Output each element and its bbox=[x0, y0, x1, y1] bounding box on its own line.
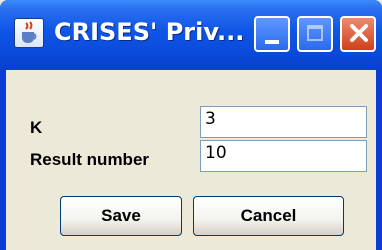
maximize-button[interactable] bbox=[297, 16, 333, 52]
save-button[interactable]: Save bbox=[60, 196, 182, 236]
dialog-window: CRISES' Priv... K 3 Result number 10 Sav… bbox=[0, 0, 382, 250]
k-input[interactable]: 3 bbox=[200, 106, 367, 138]
dialog-content: K 3 Result number 10 Save Cancel bbox=[6, 70, 376, 250]
maximize-icon bbox=[307, 25, 323, 41]
close-icon bbox=[350, 24, 368, 42]
cancel-button[interactable]: Cancel bbox=[193, 196, 344, 236]
java-cup-icon bbox=[14, 18, 44, 48]
minimize-button[interactable] bbox=[254, 16, 290, 52]
minimize-icon bbox=[265, 40, 279, 44]
window-title: CRISES' Priv... bbox=[54, 18, 245, 46]
result-number-label: Result number bbox=[30, 150, 150, 169]
title-bar[interactable]: CRISES' Priv... bbox=[0, 0, 382, 70]
close-button[interactable] bbox=[340, 16, 376, 52]
result-number-input[interactable]: 10 bbox=[200, 140, 367, 172]
k-label: K bbox=[30, 118, 43, 137]
